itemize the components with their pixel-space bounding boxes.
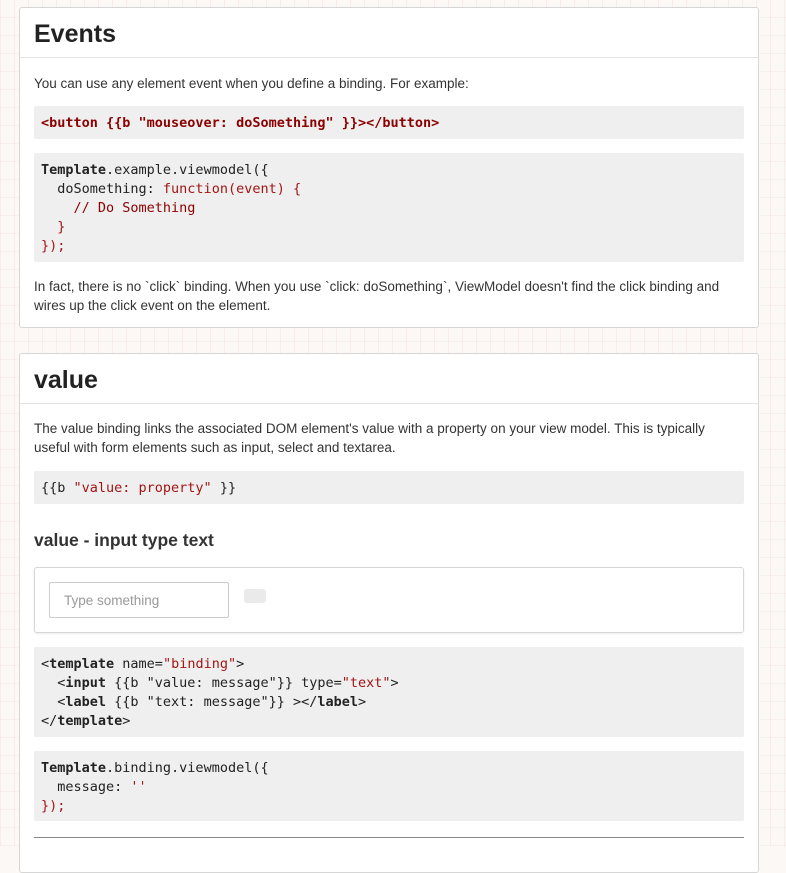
code-text: {{b "text: message"}} ></ xyxy=(106,694,318,710)
code-text: }} xyxy=(211,480,237,496)
events-snippet-viewmodel: Template.example.viewmodel({ doSomething… xyxy=(34,153,744,262)
value-viewmodel-code: Template.binding.viewmodel({ message: ''… xyxy=(34,751,744,821)
code-comment: // Do Something xyxy=(41,200,196,216)
value-intro: The value binding links the associated D… xyxy=(34,421,705,455)
code-text: name= xyxy=(114,656,163,672)
events-snippet-button: <button {{b "mouseover: doSomething" }}>… xyxy=(34,106,744,139)
demo-output-label xyxy=(244,589,266,603)
value-template-code: <template name="binding"> <input {{b "va… xyxy=(34,647,744,737)
code-tag: label xyxy=(65,694,107,710)
events-panel: Events You can use any element event whe… xyxy=(19,7,759,328)
code-text: {{b "value: message"}} type= xyxy=(106,675,342,691)
value-panel-header: value xyxy=(20,354,758,404)
demo-text-input[interactable] xyxy=(49,582,229,618)
code-string: '' xyxy=(130,779,147,795)
value-snippet: {{b "value: property" }} xyxy=(34,471,744,504)
code-keyword: Template xyxy=(41,162,107,178)
code-text: {{b xyxy=(41,480,74,496)
value-title: value xyxy=(34,366,98,394)
code-text: }); xyxy=(41,238,66,254)
code-text: .example.viewmodel({ xyxy=(106,162,269,178)
code-text: } xyxy=(41,219,66,235)
code-text: doSomething: xyxy=(41,181,163,197)
code-keyword: Template xyxy=(41,760,107,776)
value-panel: value The value binding links the associ… xyxy=(19,353,759,873)
events-title: Events xyxy=(34,20,116,48)
code-string: "value: property" xyxy=(73,480,212,496)
events-note: In fact, there is no `click` binding. Wh… xyxy=(34,279,720,313)
events-panel-header: Events xyxy=(20,8,758,58)
events-snippet-button-text: <button {{b "mouseover: doSomething" }}>… xyxy=(41,115,440,131)
code-tag: template xyxy=(57,713,123,729)
events-intro: You can use any element event when you d… xyxy=(34,76,469,91)
value-demo-box xyxy=(34,567,744,633)
code-tag: label xyxy=(317,694,358,710)
code-string: "text" xyxy=(341,675,391,691)
code-text: message: xyxy=(41,779,131,795)
code-tag: input xyxy=(65,675,107,691)
value-subtitle: value - input type text xyxy=(34,530,214,550)
code-text: }); xyxy=(41,798,66,814)
code-string: "binding" xyxy=(162,656,237,672)
code-text: .binding.viewmodel({ xyxy=(106,760,269,776)
code-function: function(event) { xyxy=(162,181,302,197)
code-tag: template xyxy=(49,656,115,672)
section-divider xyxy=(34,837,744,838)
